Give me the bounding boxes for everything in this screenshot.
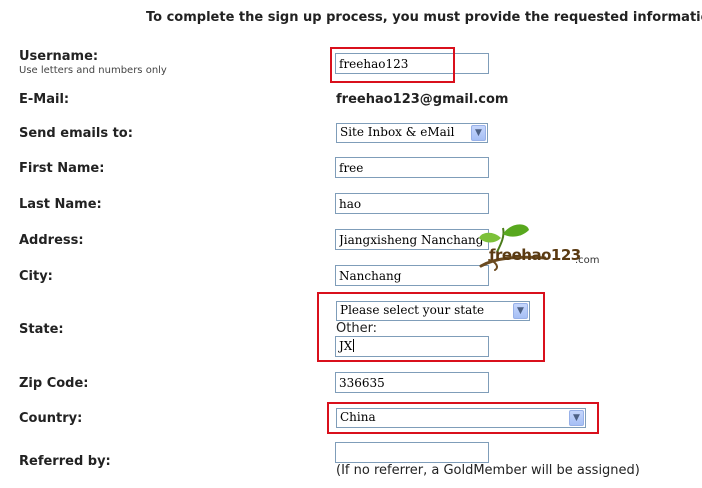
zip-label: Zip Code: — [19, 376, 89, 391]
zip-input[interactable] — [335, 372, 489, 393]
city-label: City: — [19, 269, 53, 284]
referrer-note: (If no referrer, a GoldMember will be as… — [336, 463, 640, 478]
watermark-domain: .com — [575, 255, 600, 266]
email-value: freehao123@gmail.com — [336, 92, 509, 107]
send-emails-label: Send emails to: — [19, 126, 133, 141]
watermark-brand: freehao123 — [489, 246, 581, 264]
first-name-label: First Name: — [19, 161, 105, 176]
chevron-down-icon[interactable]: ▼ — [471, 125, 486, 141]
username-label: Username: — [19, 49, 99, 64]
email-label: E-Mail: — [19, 92, 70, 107]
intro-text: To complete the sign up process, you mus… — [146, 10, 702, 25]
state-label: State: — [19, 322, 64, 337]
send-emails-selected: Site Inbox & eMail — [340, 125, 455, 139]
first-name-input[interactable] — [335, 157, 489, 178]
address-label: Address: — [19, 233, 84, 248]
country-highlight-box — [327, 402, 599, 434]
country-label: Country: — [19, 411, 83, 426]
state-highlight-box — [317, 292, 545, 362]
last-name-label: Last Name: — [19, 197, 102, 212]
username-hint: Use letters and numbers only — [19, 65, 167, 76]
referred-by-input[interactable] — [335, 442, 489, 463]
last-name-input[interactable] — [335, 193, 489, 214]
freehao123-logo: freehao123 .com — [475, 222, 610, 272]
address-input[interactable] — [335, 229, 489, 250]
username-highlight-box — [330, 47, 455, 83]
send-emails-select[interactable]: Site Inbox & eMail ▼ — [336, 123, 488, 143]
city-input[interactable] — [335, 265, 489, 286]
referred-by-label: Referred by: — [19, 454, 111, 469]
